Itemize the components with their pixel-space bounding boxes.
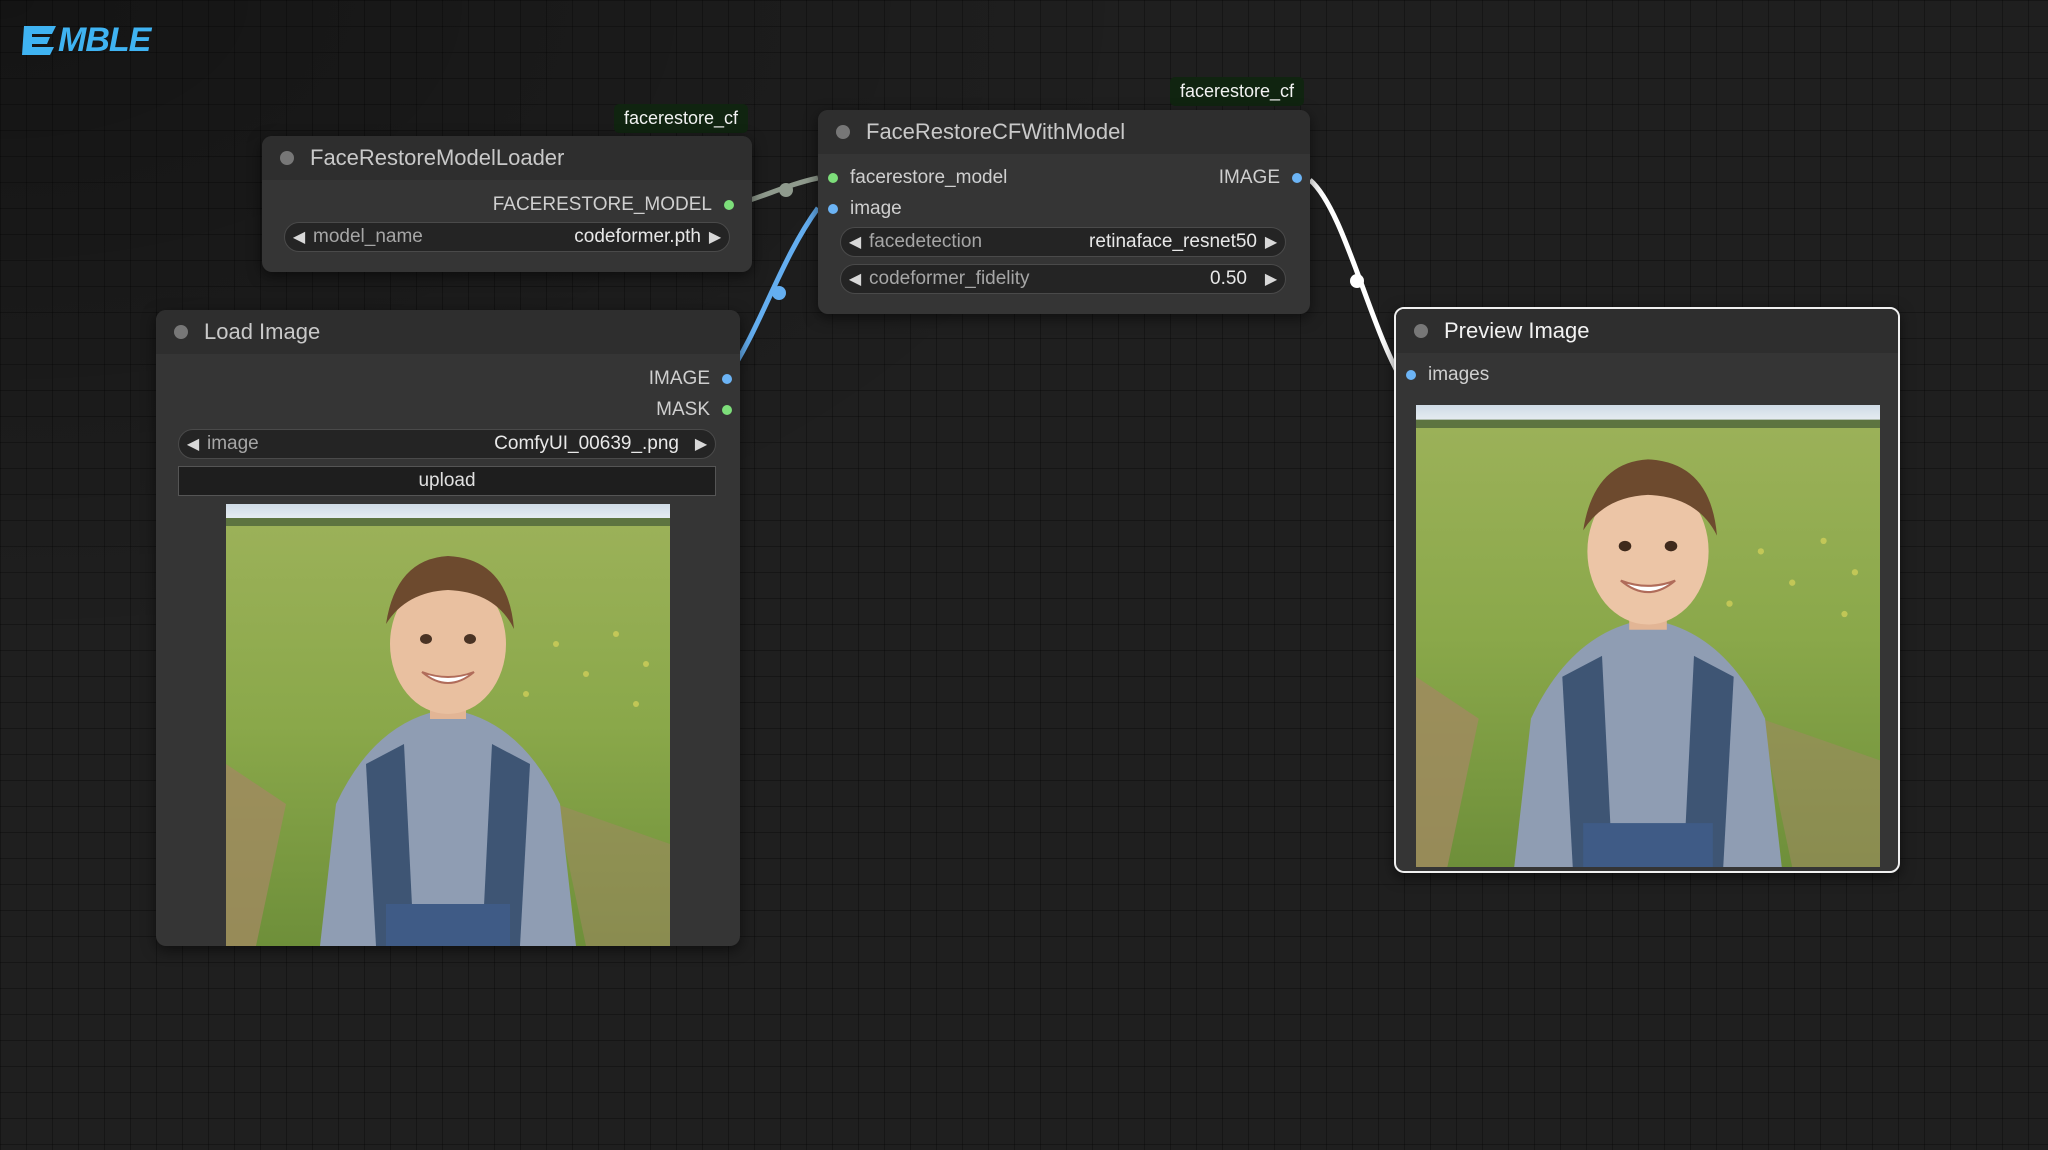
widget-image-select[interactable]: ◀ image ComfyUI_00639_.png ▶ [178, 429, 716, 459]
widget-label: model_name [313, 226, 423, 247]
arrow-left-icon[interactable]: ◀ [841, 269, 869, 289]
arrow-left-icon[interactable]: ◀ [179, 434, 207, 454]
output-label: IMAGE [648, 368, 710, 389]
output-socket[interactable] [722, 374, 732, 384]
node-title: FaceRestoreModelLoader [310, 145, 565, 170]
input-label: facerestore_model [850, 167, 1008, 188]
output-label: FACERESTORE_MODEL [492, 194, 712, 215]
input-slot-images[interactable]: images [1406, 363, 1489, 387]
node-titlebar[interactable]: FaceRestoreCFWithModel [818, 110, 1310, 154]
node-face-restore-cf-with-model[interactable]: FaceRestoreCFWithModel facerestore_model… [818, 110, 1310, 314]
arrow-right-icon[interactable]: ▶ [1257, 232, 1285, 252]
arrow-right-icon[interactable]: ▶ [701, 227, 729, 247]
loader-badge: facerestore_cf [614, 104, 749, 133]
node-collapse-dot[interactable] [836, 125, 850, 139]
output-socket[interactable] [724, 200, 734, 210]
output-socket[interactable] [722, 405, 732, 415]
loaded-image-preview [226, 504, 670, 946]
node-collapse-dot[interactable] [1414, 324, 1428, 338]
widget-value: retinaface_resnet50 [1089, 231, 1257, 252]
wire-preview [1308, 178, 1408, 387]
widget-value: ComfyUI_00639_.png [494, 433, 679, 454]
logo-mark-icon [22, 26, 56, 55]
app-logo: MBLE [18, 18, 178, 62]
widget-facedetection[interactable]: ◀ facedetection retinaface_resnet50 ▶ [840, 227, 1286, 257]
node-load-image[interactable]: Load Image IMAGE MASK ◀ image ComfyUI_00… [156, 310, 740, 946]
arrow-left-icon[interactable]: ◀ [285, 227, 313, 247]
node-title: Load Image [204, 319, 321, 344]
node-title: Preview Image [1444, 318, 1590, 343]
output-slot-facerestore-model[interactable]: FACERESTORE_MODEL [493, 193, 734, 217]
output-slot-image[interactable]: IMAGE [649, 367, 732, 391]
input-slot-image[interactable]: image [828, 197, 902, 221]
widget-codeformer-fidelity[interactable]: ◀ codeformer_fidelity 0.50 ▶ [840, 264, 1286, 294]
input-label: image [850, 198, 902, 219]
input-slot-facerestore-model[interactable]: facerestore_model [828, 166, 1007, 190]
widget-model-name[interactable]: ◀ model_name codeformer.pth ▶ [284, 222, 730, 252]
arrow-right-icon[interactable]: ▶ [1257, 269, 1285, 289]
output-image-preview [1416, 405, 1880, 867]
node-preview-image[interactable]: Preview Image images [1394, 307, 1900, 873]
node-title: FaceRestoreCFWithModel [866, 119, 1126, 144]
arrow-left-icon[interactable]: ◀ [841, 232, 869, 252]
input-label: images [1428, 364, 1490, 385]
node-face-restore-model-loader[interactable]: FaceRestoreModelLoader FACERESTORE_MODEL… [262, 136, 752, 272]
wire-image-midpoint [772, 286, 786, 300]
wire-preview-midpoint [1350, 274, 1364, 288]
node-titlebar[interactable]: Load Image [156, 310, 740, 354]
output-label: MASK [656, 399, 710, 420]
widget-value: codeformer.pth [574, 226, 701, 247]
node-collapse-dot[interactable] [280, 151, 294, 165]
output-slot-mask[interactable]: MASK [656, 398, 732, 422]
node-collapse-dot[interactable] [174, 325, 188, 339]
node-titlebar[interactable]: FaceRestoreModelLoader [262, 136, 752, 180]
input-socket[interactable] [828, 173, 838, 183]
input-socket[interactable] [828, 204, 838, 214]
arrow-right-icon[interactable]: ▶ [687, 434, 715, 454]
upload-button[interactable]: upload [178, 466, 716, 496]
restore-badge: facerestore_cf [1170, 77, 1305, 106]
widget-label: image [207, 433, 259, 454]
node-titlebar[interactable]: Preview Image [1396, 309, 1898, 353]
widget-label: codeformer_fidelity [869, 268, 1030, 289]
output-socket[interactable] [1292, 173, 1302, 183]
widget-label: facedetection [869, 231, 983, 252]
output-label: IMAGE [1218, 167, 1280, 188]
output-slot-image[interactable]: IMAGE [1219, 166, 1302, 190]
input-socket[interactable] [1406, 370, 1416, 380]
widget-value: 0.50 [1210, 268, 1247, 289]
logo-text: MBLE [58, 21, 151, 59]
wire-model-midpoint [779, 183, 793, 197]
